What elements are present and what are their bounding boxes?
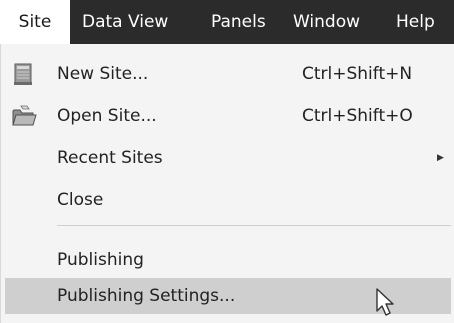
- menu-item-label: New Site...: [57, 64, 149, 84]
- open-folder-icon: [12, 105, 37, 126]
- menu-help[interactable]: Help: [396, 0, 435, 44]
- menu-bar: Site Data View Panels Window Help: [0, 0, 454, 44]
- menu-item-open-site[interactable]: Open Site... Ctrl+Shift+O: [5, 98, 451, 134]
- shortcut-label: Ctrl+Shift+O: [302, 106, 413, 126]
- app-window: Site Data View Panels Window Help New Si…: [0, 0, 454, 323]
- shortcut-label: Ctrl+Shift+N: [302, 64, 413, 84]
- menu-item-label: Publishing: [57, 250, 144, 270]
- menu-separator: [57, 225, 451, 226]
- mouse-pointer-icon: [376, 288, 394, 316]
- menu-item-label: Recent Sites: [57, 148, 163, 168]
- menu-item-label: Open Site...: [57, 106, 157, 126]
- new-site-icon: [14, 63, 32, 85]
- menu-item-publishing[interactable]: Publishing: [5, 242, 451, 278]
- menu-data-view[interactable]: Data View: [82, 0, 168, 44]
- menu-site[interactable]: Site: [0, 0, 70, 44]
- menu-item-close[interactable]: Close: [5, 182, 451, 218]
- menu-window[interactable]: Window: [293, 0, 360, 44]
- site-dropdown-menu: New Site... Ctrl+Shift+N Open Site... Ct…: [0, 44, 454, 323]
- menu-item-label: Close: [57, 190, 104, 210]
- menu-item-new-site[interactable]: New Site... Ctrl+Shift+N: [5, 56, 451, 92]
- menu-item-recent-sites[interactable]: Recent Sites ▶: [5, 140, 451, 176]
- submenu-arrow-icon: ▶: [437, 153, 444, 163]
- menu-panels[interactable]: Panels: [211, 0, 266, 44]
- menu-item-label: Publishing Settings...: [57, 286, 236, 306]
